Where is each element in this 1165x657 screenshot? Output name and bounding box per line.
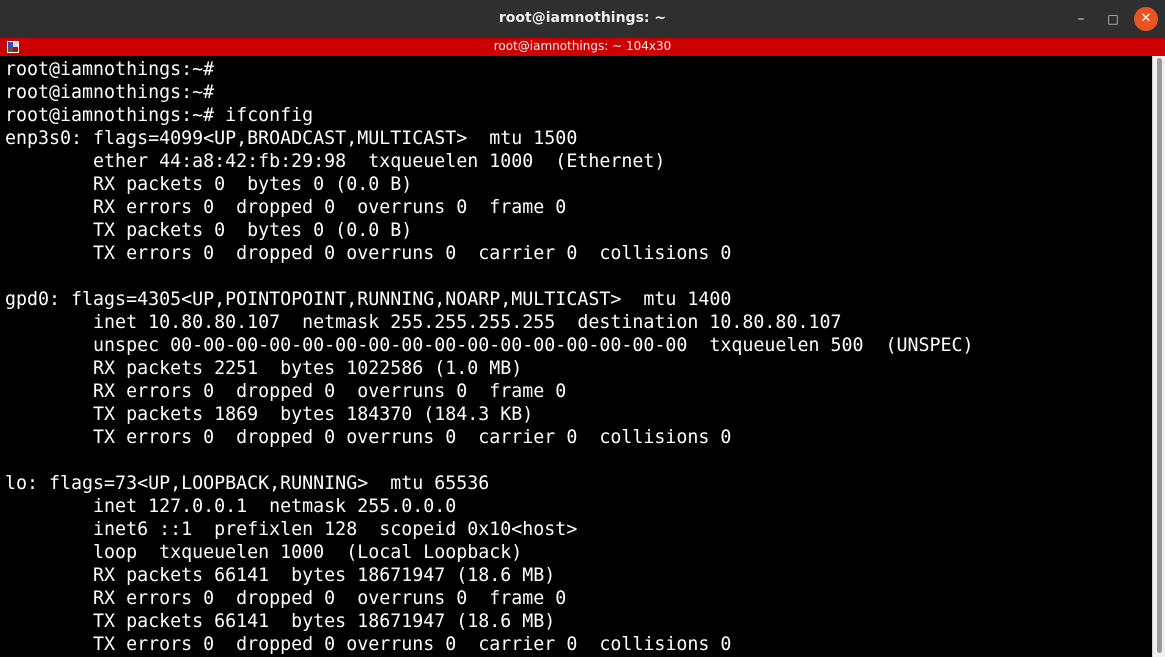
terminal-line: enp3s0: flags=4099<UP,BROADCAST,MULTICAS… [5,128,578,149]
tab-title: root@iamnothings: ~ 104x30 [493,39,672,53]
terminal-line: RX errors 0 dropped 0 overruns 0 frame 0 [5,197,567,218]
terminal-line: inet 10.80.80.107 netmask 255.255.255.25… [5,312,842,333]
terminal-line: loop txqueuelen 1000 (Local Loopback) [5,542,523,563]
terminal-line: root@iamnothings:~# ifconfig [5,105,314,126]
terminal-line: TX errors 0 dropped 0 overruns 0 carrier… [5,427,732,448]
terminal-line: TX packets 66141 bytes 18671947 (18.6 MB… [5,611,556,632]
terminal-line: RX packets 66141 bytes 18671947 (18.6 MB… [5,565,556,586]
terminal-line: RX errors 0 dropped 0 overruns 0 frame 0 [5,381,567,402]
terminal-line: unspec 00-00-00-00-00-00-00-00-00-00-00-… [5,335,974,356]
terminal-line: TX errors 0 dropped 0 overruns 0 carrier… [5,634,732,655]
terminal-window: root@iamnothings: ~ – □ ✕ root@iamnothin… [0,0,1165,657]
terminal-line: lo: flags=73<UP,LOOPBACK,RUNNING> mtu 65… [5,473,490,494]
terminal-tab-bar[interactable]: root@iamnothings: ~ 104x30 [0,38,1165,56]
vertical-scrollbar[interactable] [1152,56,1165,657]
scrollbar-thumb[interactable] [1157,58,1162,653]
terminal-line: TX packets 1869 bytes 184370 (184.3 KB) [5,404,534,425]
maximize-button[interactable]: □ [1101,7,1125,31]
terminal-line: inet6 ::1 prefixlen 128 scopeid 0x10<hos… [5,519,578,540]
terminal-text[interactable]: root@iamnothings:~# root@iamnothings:~# … [0,56,1152,656]
terminal-output-area[interactable]: root@iamnothings:~# root@iamnothings:~# … [0,56,1152,657]
terminal-line: root@iamnothings:~# [5,82,215,103]
terminal-line: ether 44:a8:42:fb:29:98 txqueuelen 1000 … [5,151,666,172]
terminal-line: root@iamnothings:~# [5,59,215,80]
terminal-line: RX packets 0 bytes 0 (0.0 B) [5,174,413,195]
terminal-line: inet 127.0.0.1 netmask 255.0.0.0 [5,496,457,517]
terminal-line: gpd0: flags=4305<UP,POINTOPOINT,RUNNING,… [5,289,732,310]
terminal-line: RX errors 0 dropped 0 overruns 0 frame 0 [5,588,567,609]
window-titlebar[interactable]: root@iamnothings: ~ – □ ✕ [0,0,1165,39]
terminal-line: TX packets 0 bytes 0 (0.0 B) [5,220,413,241]
close-button[interactable]: ✕ [1134,7,1158,31]
window-title: root@iamnothings: ~ [498,10,667,26]
minimize-button[interactable]: – [1069,7,1093,31]
terminal-line: TX errors 0 dropped 0 overruns 0 carrier… [5,243,732,264]
terminal-line: RX packets 2251 bytes 1022586 (1.0 MB) [5,358,523,379]
